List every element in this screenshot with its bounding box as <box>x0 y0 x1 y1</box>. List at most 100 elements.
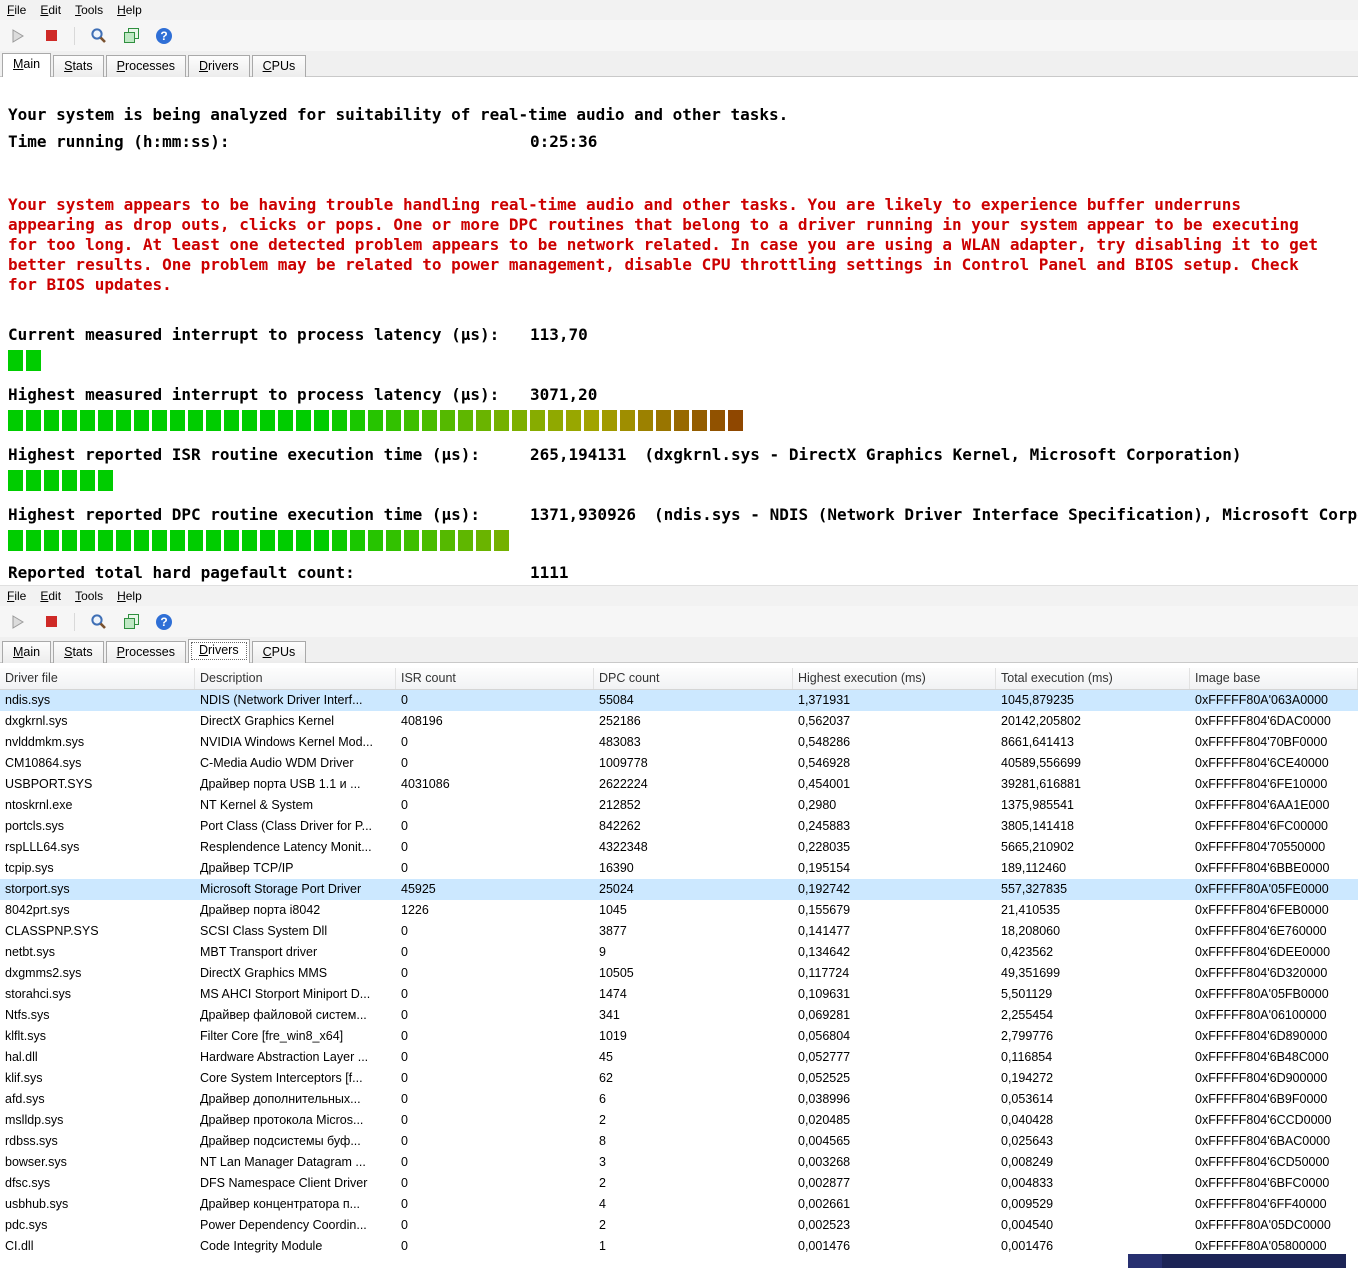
bottom-right-artifact <box>1128 1254 1346 1268</box>
menu-tools[interactable]: Tools <box>68 587 110 605</box>
driver-row-storport.sys[interactable]: storport.sys Microsoft Storage Port Drive… <box>0 879 1358 900</box>
driver-row-rdbss.sys[interactable]: rdbss.sys Драйвер подсистемы буф... 0 8 0,00… <box>0 1131 1358 1152</box>
cell-total-execution-ms-: 2,799776 <box>1001 1029 1054 1043</box>
column-header-image-base[interactable]: Image base <box>1190 668 1358 689</box>
cell-isr-count: 1226 <box>401 903 429 917</box>
meter-driver-info: (dxgkrnl.sys - DirectX Graphics Kernel, … <box>644 445 1242 464</box>
meter-segment <box>116 410 131 431</box>
time-running-value: 0:25:36 <box>530 132 598 151</box>
driver-row-ndis.sys[interactable]: ndis.sys NDIS (Network Driver Interf... 0 5… <box>0 690 1358 711</box>
cell-isr-count: 0 <box>401 1029 408 1043</box>
cell-driver-file: Ntfs.sys <box>5 1008 50 1022</box>
meter-segment <box>242 410 257 431</box>
driver-row-mslldp.sys[interactable]: mslldp.sys Драйвер протокола Micros... 0 2 0… <box>0 1110 1358 1131</box>
cell-driver-file: nvlddmkm.sys <box>5 735 85 749</box>
driver-row-Ntfs.sys[interactable]: Ntfs.sys Драйвер файловой систем... 0 341 0,… <box>0 1005 1358 1026</box>
driver-row-klflt.sys[interactable]: klflt.sys Filter Core [fre_win8_x64] 0 1019… <box>0 1026 1358 1047</box>
cell-highest-execution-ms-: 0,548286 <box>798 735 851 749</box>
driver-row-tcpip.sys[interactable]: tcpip.sys Драйвер TCP/IP 0 16390 0,195154 189… <box>0 858 1358 879</box>
driver-row-8042prt.sys[interactable]: 8042prt.sys Драйвер порта i8042 1226 1045 0,… <box>0 900 1358 921</box>
copy-report-button[interactable] <box>118 24 144 48</box>
tab-processes[interactable]: Processes <box>105 641 186 663</box>
cell-image-base: 0xFFFFF80A'05FE0000 <box>1195 882 1329 896</box>
menu-edit[interactable]: Edit <box>33 587 68 605</box>
driver-row-ntoskrnl.exe[interactable]: ntoskrnl.exe NT Kernel & System 0 212852 0,2… <box>0 795 1358 816</box>
meter-segment <box>80 410 95 431</box>
driver-row-bowser.sys[interactable]: bowser.sys NT Lan Manager Datagram ... 0 3 0… <box>0 1152 1358 1173</box>
meter-segment <box>8 350 23 371</box>
column-header-driver-file[interactable]: Driver file <box>0 668 195 689</box>
tab-drivers[interactable]: Drivers <box>187 639 250 663</box>
driver-row-dxgmms2.sys[interactable]: dxgmms2.sys DirectX Graphics MMS 0 10505 0,1… <box>0 963 1358 984</box>
cell-description: Драйвер TCP/IP <box>200 861 294 875</box>
cell-dpc-count: 1019 <box>599 1029 627 1043</box>
time-running-label: Time running (h:mm:ss): <box>8 132 230 151</box>
meter-segment <box>278 530 293 551</box>
tab-cpus[interactable]: CPUs <box>251 641 307 663</box>
column-header-total-execution-ms-[interactable]: Total execution (ms) <box>996 668 1190 689</box>
tab-drivers[interactable]: Drivers <box>187 55 250 77</box>
column-header-isr-count[interactable]: ISR count <box>396 668 594 689</box>
menu-edit[interactable]: Edit <box>33 1 68 19</box>
cell-dpc-count: 842262 <box>599 819 641 833</box>
tab-stats[interactable]: Stats <box>53 641 104 663</box>
cell-driver-file: CM10864.sys <box>5 756 82 770</box>
cell-description: Драйвер порта USB 1.1 и ... <box>200 777 361 791</box>
copy-report-button[interactable] <box>118 610 144 634</box>
driver-row-dfsc.sys[interactable]: dfsc.sys DFS Namespace Client Driver 0 2 0,0… <box>0 1173 1358 1194</box>
tab-main[interactable]: Main <box>2 53 52 77</box>
tab-cpus[interactable]: CPUs <box>251 55 307 77</box>
analyze-button[interactable] <box>85 24 111 48</box>
driver-row-hal.dll[interactable]: hal.dll Hardware Abstraction Layer ... 0 45… <box>0 1047 1358 1068</box>
driver-row-storahci.sys[interactable]: storahci.sys MS AHCI Storport Miniport D.… <box>0 984 1358 1005</box>
drivers-table-body: ndis.sys NDIS (Network Driver Interf... 0 5… <box>0 690 1358 1268</box>
cell-highest-execution-ms-: 0,117724 <box>798 966 850 980</box>
driver-row-afd.sys[interactable]: afd.sys Драйвер дополнительных... 0 6 0,0389… <box>0 1089 1358 1110</box>
column-header-description[interactable]: Description <box>195 668 396 689</box>
tab-processes[interactable]: Processes <box>105 55 186 77</box>
help-button[interactable]: ? <box>151 610 177 634</box>
driver-row-nvlddmkm.sys[interactable]: nvlddmkm.sys NVIDIA Windows Kernel Mod...… <box>0 732 1358 753</box>
meter-segment <box>224 410 239 431</box>
menu-help[interactable]: Help <box>110 587 149 605</box>
latencymon-app: File Edit Tools Help ? Main Stats Processes Dr… <box>0 0 1358 1268</box>
cell-highest-execution-ms-: 0,004565 <box>798 1134 851 1148</box>
menu-file[interactable]: File <box>0 587 33 605</box>
cell-image-base: 0xFFFFF804'6CCD0000 <box>1195 1113 1332 1127</box>
column-header-dpc-count[interactable]: DPC count <box>594 668 793 689</box>
menu-file[interactable]: File <box>0 1 33 19</box>
tab-main[interactable]: Main <box>2 641 52 663</box>
column-header-highest-execution-ms-[interactable]: Highest execution (ms) <box>793 668 996 689</box>
cell-highest-execution-ms-: 0,546928 <box>798 756 851 770</box>
cell-total-execution-ms-: 21,410535 <box>1001 903 1061 917</box>
driver-row-rspLLL64.sys[interactable]: rspLLL64.sys Resplendence Latency Monit..… <box>0 837 1358 858</box>
driver-row-usbhub.sys[interactable]: usbhub.sys Драйвер концентратора п... 0 4 0,… <box>0 1194 1358 1215</box>
driver-row-pdc.sys[interactable]: pdc.sys Power Dependency Coordin... 0 2 0,00… <box>0 1215 1358 1236</box>
analyze-button[interactable] <box>85 610 111 634</box>
tab-stats[interactable]: Stats <box>53 55 104 77</box>
cell-highest-execution-ms-: 0,562037 <box>798 714 851 728</box>
help-button[interactable]: ? <box>151 24 177 48</box>
driver-row-klif.sys[interactable]: klif.sys Core System Interceptors [f... 0 6… <box>0 1068 1358 1089</box>
menu-tools[interactable]: Tools <box>68 1 110 19</box>
driver-row-USBPORT.SYS[interactable]: USBPORT.SYS Драйвер порта USB 1.1 и ... 40… <box>0 774 1358 795</box>
driver-row-CLASSPNP.SYS[interactable]: CLASSPNP.SYS SCSI Class System Dll 0 3877 0,… <box>0 921 1358 942</box>
driver-row-netbt.sys[interactable]: netbt.sys MBT Transport driver 0 9 0,134642 0… <box>0 942 1358 963</box>
meter-segment <box>422 530 437 551</box>
start-monitor-button[interactable] <box>5 24 31 48</box>
start-monitor-button[interactable] <box>5 610 31 634</box>
cell-highest-execution-ms-: 0,003268 <box>798 1155 851 1169</box>
drivers-window-panel: File Edit Tools Help ? Main Stats Processes Dr… <box>0 585 1358 1268</box>
driver-row-dxgkrnl.sys[interactable]: dxgkrnl.sys DirectX Graphics Kernel 408196… <box>0 711 1358 732</box>
stop-monitor-button[interactable] <box>38 610 64 634</box>
meter-label: Highest reported DPC routine execution t… <box>8 505 481 524</box>
meter-segment <box>80 530 95 551</box>
driver-row-CM10864.sys[interactable]: CM10864.sys C-Media Audio WDM Driver 0 1009… <box>0 753 1358 774</box>
cell-dpc-count: 1009778 <box>599 756 648 770</box>
cell-description: Power Dependency Coordin... <box>200 1218 367 1232</box>
menu-help[interactable]: Help <box>110 1 149 19</box>
cell-highest-execution-ms-: 0,2980 <box>798 798 837 812</box>
cell-driver-file: dxgkrnl.sys <box>5 714 68 728</box>
driver-row-portcls.sys[interactable]: portcls.sys Port Class (Class Driver for … <box>0 816 1358 837</box>
stop-monitor-button[interactable] <box>38 24 64 48</box>
